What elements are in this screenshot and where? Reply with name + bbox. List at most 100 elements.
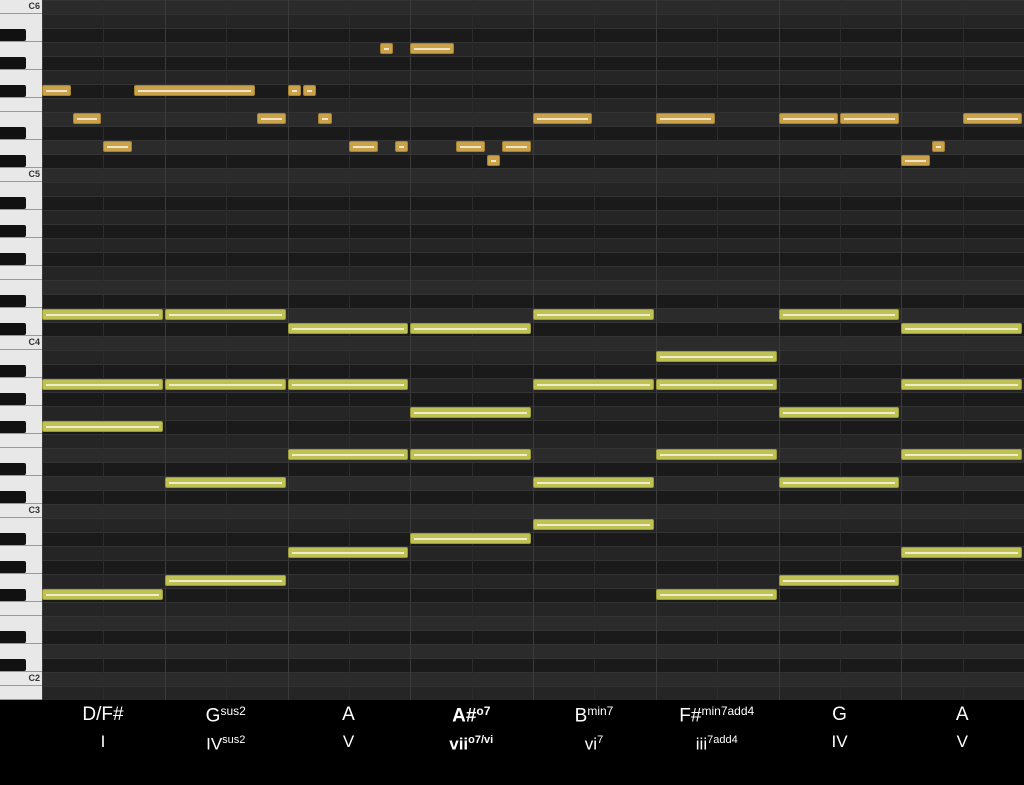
beat-line bbox=[533, 0, 534, 700]
melody-note[interactable] bbox=[410, 43, 454, 54]
chord-note[interactable] bbox=[779, 477, 900, 488]
black-key[interactable] bbox=[0, 491, 26, 503]
black-key[interactable] bbox=[0, 155, 26, 167]
melody-note[interactable] bbox=[901, 155, 930, 166]
white-key[interactable] bbox=[0, 266, 42, 280]
chord-note[interactable] bbox=[288, 323, 409, 334]
melody-note[interactable] bbox=[502, 141, 531, 152]
melody-note[interactable] bbox=[288, 85, 301, 96]
white-key[interactable] bbox=[0, 98, 42, 112]
chord-name: D/F# bbox=[82, 704, 123, 725]
chord-note[interactable] bbox=[779, 309, 900, 320]
melody-note[interactable] bbox=[42, 85, 71, 96]
beat-line bbox=[901, 0, 902, 700]
chord-note[interactable] bbox=[410, 449, 531, 460]
black-key[interactable] bbox=[0, 421, 26, 433]
white-key[interactable] bbox=[0, 672, 42, 686]
chord-name: G bbox=[832, 704, 847, 725]
chord-name: G bbox=[206, 706, 221, 727]
black-key[interactable] bbox=[0, 323, 26, 335]
chord-note[interactable] bbox=[656, 379, 777, 390]
chord-note[interactable] bbox=[533, 519, 654, 530]
chord-note[interactable] bbox=[288, 379, 409, 390]
chord-note[interactable] bbox=[656, 449, 777, 460]
chord-note[interactable] bbox=[165, 379, 286, 390]
melody-note[interactable] bbox=[656, 113, 715, 124]
chord-note[interactable] bbox=[410, 407, 531, 418]
black-key[interactable] bbox=[0, 631, 26, 643]
melody-note[interactable] bbox=[257, 113, 286, 124]
black-key[interactable] bbox=[0, 533, 26, 545]
melody-note[interactable] bbox=[456, 141, 485, 152]
roman-numeral: IVsus2 bbox=[165, 734, 287, 755]
chord-note[interactable] bbox=[656, 351, 777, 362]
chord-label: D/F#I bbox=[42, 704, 164, 752]
chord-note[interactable] bbox=[901, 323, 1022, 334]
black-key[interactable] bbox=[0, 589, 26, 601]
black-key[interactable] bbox=[0, 463, 26, 475]
white-key[interactable] bbox=[0, 602, 42, 616]
chord-note[interactable] bbox=[288, 449, 409, 460]
chord-note[interactable] bbox=[901, 449, 1022, 460]
chord-note[interactable] bbox=[533, 309, 654, 320]
white-key[interactable] bbox=[0, 336, 42, 350]
chord-note[interactable] bbox=[288, 547, 409, 558]
white-key[interactable] bbox=[0, 434, 42, 448]
note-grid[interactable] bbox=[42, 0, 1024, 700]
chord-extension: sus2 bbox=[220, 704, 245, 718]
melody-note[interactable] bbox=[963, 113, 1022, 124]
chord-note[interactable] bbox=[656, 589, 777, 600]
melody-note[interactable] bbox=[349, 141, 378, 152]
melody-note[interactable] bbox=[103, 141, 132, 152]
piano-keyboard[interactable]: C6C5C4C3C2 bbox=[0, 0, 42, 700]
black-key[interactable] bbox=[0, 393, 26, 405]
black-key[interactable] bbox=[0, 365, 26, 377]
chord-note[interactable] bbox=[410, 533, 531, 544]
chord-note[interactable] bbox=[779, 407, 900, 418]
melody-note[interactable] bbox=[318, 113, 331, 124]
chord-note[interactable] bbox=[42, 421, 163, 432]
chord-note[interactable] bbox=[42, 589, 163, 600]
chord-note[interactable] bbox=[165, 477, 286, 488]
black-key[interactable] bbox=[0, 225, 26, 237]
white-key[interactable] bbox=[0, 0, 42, 14]
melody-note[interactable] bbox=[533, 113, 592, 124]
melody-note[interactable] bbox=[303, 85, 316, 96]
chord-note[interactable] bbox=[779, 575, 900, 586]
melody-note[interactable] bbox=[487, 155, 500, 166]
roman-numeral: viio7/vi bbox=[410, 734, 532, 755]
black-key[interactable] bbox=[0, 253, 26, 265]
black-key[interactable] bbox=[0, 197, 26, 209]
chord-note[interactable] bbox=[901, 379, 1022, 390]
black-key[interactable] bbox=[0, 85, 26, 97]
chord-note[interactable] bbox=[165, 309, 286, 320]
chord-note[interactable] bbox=[165, 575, 286, 586]
white-key[interactable] bbox=[0, 504, 42, 518]
melody-note[interactable] bbox=[932, 141, 945, 152]
chord-note[interactable] bbox=[533, 477, 654, 488]
black-key[interactable] bbox=[0, 659, 26, 671]
melody-note[interactable] bbox=[779, 113, 838, 124]
beat-line bbox=[288, 0, 289, 700]
black-key[interactable] bbox=[0, 295, 26, 307]
black-key[interactable] bbox=[0, 127, 26, 139]
chord-name: B bbox=[575, 706, 588, 727]
melody-note[interactable] bbox=[134, 85, 255, 96]
white-key[interactable] bbox=[0, 686, 42, 700]
beat-line bbox=[410, 0, 411, 700]
chord-note[interactable] bbox=[42, 379, 163, 390]
subdivision-line bbox=[963, 0, 964, 700]
chord-note[interactable] bbox=[901, 547, 1022, 558]
chord-note[interactable] bbox=[410, 323, 531, 334]
melody-note[interactable] bbox=[380, 43, 393, 54]
white-key[interactable] bbox=[0, 168, 42, 182]
subdivision-line bbox=[226, 0, 227, 700]
melody-note[interactable] bbox=[840, 113, 899, 124]
chord-note[interactable] bbox=[42, 309, 163, 320]
black-key[interactable] bbox=[0, 561, 26, 573]
black-key[interactable] bbox=[0, 57, 26, 69]
melody-note[interactable] bbox=[73, 113, 102, 124]
chord-note[interactable] bbox=[533, 379, 654, 390]
black-key[interactable] bbox=[0, 29, 26, 41]
melody-note[interactable] bbox=[395, 141, 408, 152]
